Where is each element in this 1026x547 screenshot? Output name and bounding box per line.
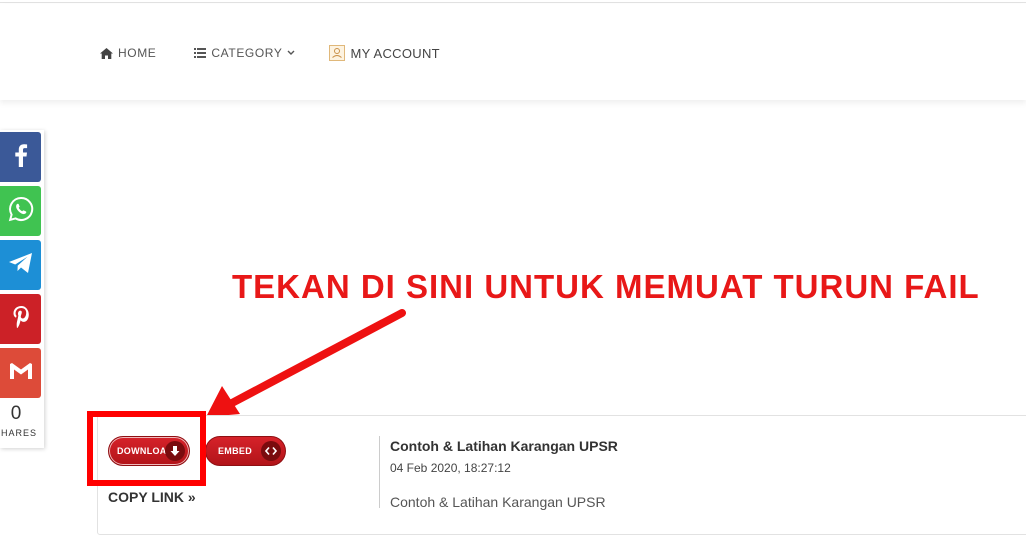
site-header: HOME CATEGORY MY ACCOUNT [0,4,1026,100]
account-icon [329,45,346,61]
chevron-down-icon [287,50,295,56]
copy-link[interactable]: COPY LINK » [108,489,196,505]
top-border [0,0,1026,3]
share-count-label: SHARES [0,428,38,438]
main-nav: HOME CATEGORY MY ACCOUNT [100,45,478,61]
nav-home-label: HOME [118,46,157,60]
file-title: Contoh & Latihan Karangan UPSR [390,438,618,454]
file-card [97,415,1026,535]
nav-home[interactable]: HOME [100,46,156,60]
embed-button[interactable]: EMBED [205,436,286,466]
gmail-icon [9,362,33,385]
share-pinterest-button[interactable] [0,294,41,344]
nav-my-account-label: MY ACCOUNT [350,45,440,61]
download-highlight-box [87,411,206,486]
share-telegram-button[interactable] [0,240,41,290]
download-instruction-text: TEKAN DI SINI UNTUK MEMUAT TURUN FAIL [232,268,980,305]
share-facebook-button[interactable] [0,132,41,182]
share-whatsapp-button[interactable] [0,186,41,236]
file-date: 04 Feb 2020, 18:27:12 [390,461,511,475]
telegram-icon [8,252,34,279]
nav-category-label: CATEGORY [211,46,283,60]
facebook-icon [14,143,28,172]
code-icon [261,441,281,461]
file-description: Contoh & Latihan Karangan UPSR [390,494,606,510]
list-icon [194,48,207,58]
share-gmail-button[interactable] [0,348,41,398]
card-divider [379,436,380,508]
home-icon [100,47,113,59]
share-count: 0 [10,403,22,424]
nav-my-account[interactable]: MY ACCOUNT [329,45,440,61]
embed-button-label: EMBED [218,446,253,456]
nav-category[interactable]: CATEGORY [194,46,295,60]
whatsapp-icon [8,196,34,227]
pinterest-icon [12,305,30,334]
share-sidebar: 0 SHARES [0,130,44,448]
